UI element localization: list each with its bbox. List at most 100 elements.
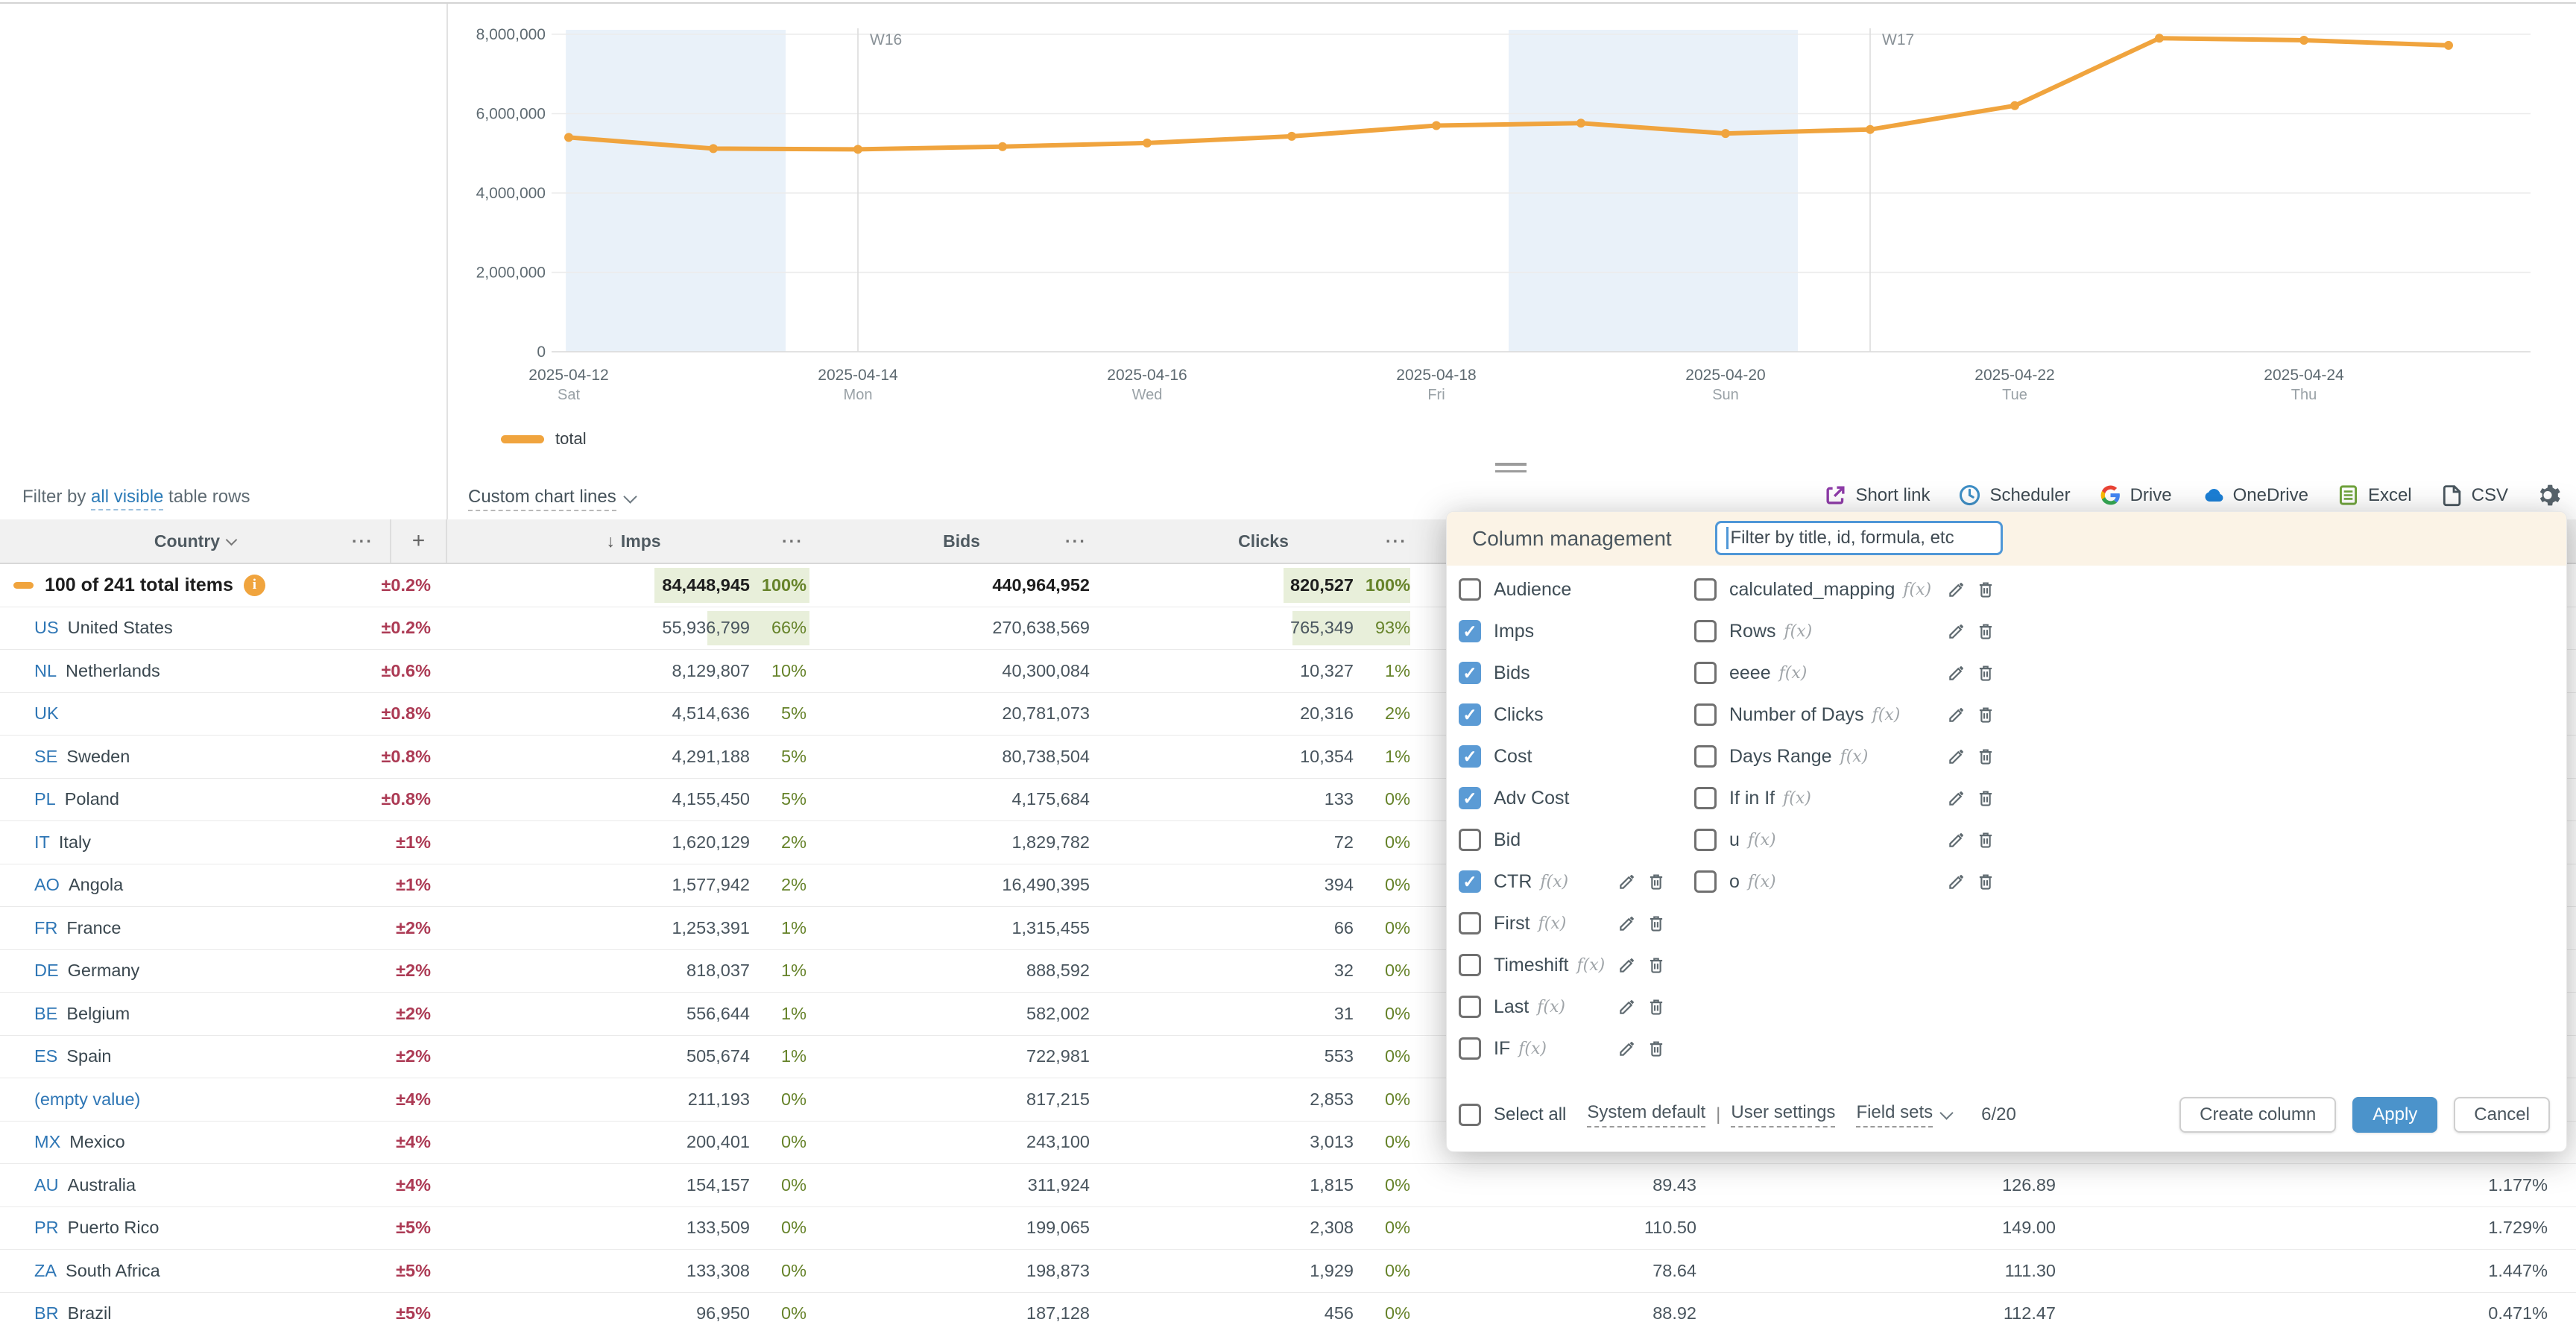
checkbox-unchecked-icon[interactable] bbox=[1694, 578, 1717, 601]
column-item-bid[interactable]: Bid bbox=[1459, 819, 1666, 861]
column-header-bids[interactable]: Bids ··· bbox=[820, 519, 1103, 563]
column-item-u[interactable]: uf(x) bbox=[1694, 819, 1995, 861]
scheduler-button[interactable]: Scheduler bbox=[1958, 484, 2070, 507]
delete-trash-icon[interactable] bbox=[1976, 747, 1995, 766]
edit-pencil-icon[interactable] bbox=[1947, 622, 1966, 641]
column-item-rows[interactable]: Rowsf(x) bbox=[1694, 610, 1995, 652]
column-item-timeshift[interactable]: Timeshiftf(x) bbox=[1459, 944, 1666, 986]
system-default-link[interactable]: System default bbox=[1587, 1102, 1705, 1128]
clicks-column-menu-icon[interactable]: ··· bbox=[1386, 531, 1407, 551]
table-row[interactable]: PRPuerto Rico±5%133,5090%199,0652,3080%1… bbox=[0, 1207, 2576, 1250]
column-item-audience[interactable]: Audience bbox=[1459, 569, 1666, 610]
info-icon[interactable]: i bbox=[244, 575, 265, 596]
delete-trash-icon[interactable] bbox=[1647, 1039, 1666, 1058]
select-all-checkbox[interactable] bbox=[1459, 1104, 1481, 1126]
delete-trash-icon[interactable] bbox=[1976, 788, 1995, 808]
filter-scope-link[interactable]: all visible bbox=[91, 487, 163, 510]
column-item-bids[interactable]: ✓Bids bbox=[1459, 652, 1666, 694]
settings-button[interactable] bbox=[2536, 482, 2563, 508]
column-item-last[interactable]: Lastf(x) bbox=[1459, 986, 1666, 1028]
edit-pencil-icon[interactable] bbox=[1947, 747, 1966, 766]
checkbox-unchecked-icon[interactable] bbox=[1459, 996, 1481, 1018]
checkbox-checked-icon[interactable]: ✓ bbox=[1459, 620, 1481, 642]
edit-pencil-icon[interactable] bbox=[1617, 955, 1637, 975]
drive-button[interactable]: Drive bbox=[2099, 484, 2172, 507]
delete-trash-icon[interactable] bbox=[1976, 580, 1995, 599]
column-item-clicks[interactable]: ✓Clicks bbox=[1459, 694, 1666, 736]
chart-legend[interactable]: total bbox=[501, 429, 587, 449]
column-header-country[interactable]: Country ··· bbox=[0, 519, 391, 563]
imps-column-menu-icon[interactable]: ··· bbox=[782, 531, 804, 551]
checkbox-unchecked-icon[interactable] bbox=[1459, 578, 1481, 601]
csv-button[interactable]: CSV bbox=[2440, 484, 2508, 507]
edit-pencil-icon[interactable] bbox=[1947, 663, 1966, 683]
column-item-eeee[interactable]: eeeef(x) bbox=[1694, 652, 1995, 694]
checkbox-unchecked-icon[interactable] bbox=[1694, 829, 1717, 851]
checkbox-unchecked-icon[interactable] bbox=[1459, 954, 1481, 976]
table-row[interactable]: ZASouth Africa±5%133,3080%198,8731,9290%… bbox=[0, 1250, 2576, 1293]
delete-trash-icon[interactable] bbox=[1647, 914, 1666, 933]
column-item-first[interactable]: Firstf(x) bbox=[1459, 902, 1666, 944]
checkbox-unchecked-icon[interactable] bbox=[1694, 662, 1717, 684]
delete-trash-icon[interactable] bbox=[1976, 663, 1995, 683]
column-item-cost[interactable]: ✓Cost bbox=[1459, 736, 1666, 777]
table-row[interactable]: BRBrazil±5%96,9500%187,1284560%88.92112.… bbox=[0, 1293, 2576, 1322]
checkbox-checked-icon[interactable]: ✓ bbox=[1459, 745, 1481, 768]
column-item-number-of-days[interactable]: Number of Daysf(x) bbox=[1694, 694, 1995, 736]
delete-trash-icon[interactable] bbox=[1647, 997, 1666, 1016]
column-header-imps[interactable]: ↓ Imps ··· bbox=[447, 519, 820, 563]
edit-pencil-icon[interactable] bbox=[1617, 997, 1637, 1016]
table-row[interactable]: AUAustralia±4%154,1570%311,9241,8150%89.… bbox=[0, 1164, 2576, 1207]
delete-trash-icon[interactable] bbox=[1976, 705, 1995, 724]
line-chart[interactable]: 8,000,0006,000,0004,000,0002,000,0000W16… bbox=[447, 0, 2576, 481]
edit-pencil-icon[interactable] bbox=[1617, 1039, 1637, 1058]
edit-pencil-icon[interactable] bbox=[1947, 580, 1966, 599]
cancel-button[interactable]: Cancel bbox=[2454, 1097, 2550, 1133]
checkbox-checked-icon[interactable]: ✓ bbox=[1459, 662, 1481, 684]
column-item-imps[interactable]: ✓Imps bbox=[1459, 610, 1666, 652]
checkbox-unchecked-icon[interactable] bbox=[1694, 745, 1717, 768]
checkbox-unchecked-icon[interactable] bbox=[1694, 620, 1717, 642]
delete-trash-icon[interactable] bbox=[1976, 622, 1995, 641]
checkbox-checked-icon[interactable]: ✓ bbox=[1459, 787, 1481, 809]
edit-pencil-icon[interactable] bbox=[1617, 914, 1637, 933]
excel-button[interactable]: Excel bbox=[2337, 484, 2412, 507]
checkbox-unchecked-icon[interactable] bbox=[1459, 1037, 1481, 1060]
delete-trash-icon[interactable] bbox=[1976, 872, 1995, 891]
edit-pencil-icon[interactable] bbox=[1947, 872, 1966, 891]
delete-trash-icon[interactable] bbox=[1976, 830, 1995, 850]
custom-chart-lines-dropdown[interactable]: Custom chart lines bbox=[468, 487, 635, 511]
user-settings-link[interactable]: User settings bbox=[1731, 1102, 1835, 1128]
delete-trash-icon[interactable] bbox=[1647, 872, 1666, 891]
bids-column-menu-icon[interactable]: ··· bbox=[1065, 531, 1087, 551]
checkbox-checked-icon[interactable]: ✓ bbox=[1459, 703, 1481, 726]
column-header-clicks[interactable]: Clicks ··· bbox=[1103, 519, 1424, 563]
checkbox-unchecked-icon[interactable] bbox=[1694, 703, 1717, 726]
edit-pencil-icon[interactable] bbox=[1947, 788, 1966, 808]
checkbox-unchecked-icon[interactable] bbox=[1459, 912, 1481, 934]
column-item-if-in-if[interactable]: If in Iff(x) bbox=[1694, 777, 1995, 819]
checkbox-unchecked-icon[interactable] bbox=[1459, 829, 1481, 851]
delete-trash-icon[interactable] bbox=[1647, 955, 1666, 975]
checkbox-unchecked-icon[interactable] bbox=[1694, 787, 1717, 809]
column-filter-input[interactable]: Filter by title, id, formula, etc bbox=[1715, 521, 2003, 555]
column-item-if[interactable]: IFf(x) bbox=[1459, 1028, 1666, 1069]
apply-button[interactable]: Apply bbox=[2352, 1097, 2437, 1133]
column-item-days-range[interactable]: Days Rangef(x) bbox=[1694, 736, 1995, 777]
field-sets-dropdown[interactable]: Field sets bbox=[1856, 1102, 1951, 1128]
column-item-o[interactable]: of(x) bbox=[1694, 861, 1995, 902]
onedrive-button[interactable]: OneDrive bbox=[2200, 483, 2308, 507]
create-column-button[interactable]: Create column bbox=[2179, 1097, 2336, 1133]
checkbox-unchecked-icon[interactable] bbox=[1694, 870, 1717, 893]
edit-pencil-icon[interactable] bbox=[1617, 872, 1637, 891]
chart-table-splitter-handle[interactable] bbox=[1495, 463, 1527, 477]
add-column-button[interactable]: + bbox=[391, 519, 447, 563]
edit-pencil-icon[interactable] bbox=[1947, 830, 1966, 850]
column-item-ctr[interactable]: ✓CTRf(x) bbox=[1459, 861, 1666, 902]
short-link-button[interactable]: Short link bbox=[1824, 484, 1930, 507]
checkbox-checked-icon[interactable]: ✓ bbox=[1459, 870, 1481, 893]
column-item-adv-cost[interactable]: ✓Adv Cost bbox=[1459, 777, 1666, 819]
edit-pencil-icon[interactable] bbox=[1947, 705, 1966, 724]
country-column-menu-icon[interactable]: ··· bbox=[352, 531, 373, 551]
column-item-calculated-mapping[interactable]: calculated_mappingf(x) bbox=[1694, 569, 1995, 610]
